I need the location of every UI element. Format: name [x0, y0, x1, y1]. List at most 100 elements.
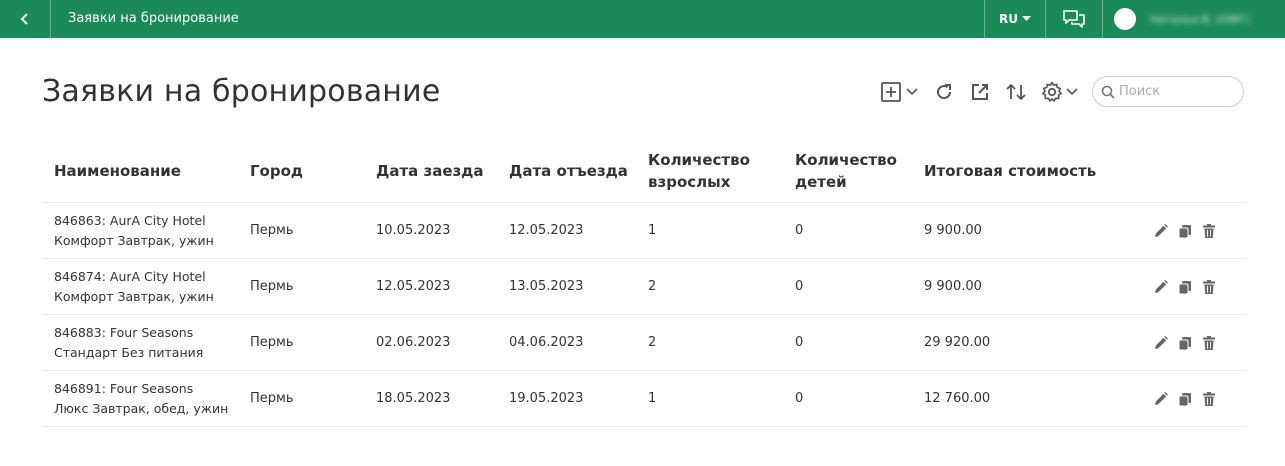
search-icon [1101, 85, 1115, 99]
cell-city: Пермь [250, 279, 294, 294]
gear-icon [1042, 81, 1062, 102]
copy-button[interactable] [1176, 278, 1194, 296]
cell-total: 9 900.00 [924, 279, 982, 294]
cell-checkout: 04.06.2023 [509, 335, 584, 350]
row-actions [1152, 203, 1218, 258]
cell-adults: 1 [648, 223, 657, 238]
cell-total: 9 900.00 [924, 223, 982, 238]
export-button[interactable] [970, 76, 990, 108]
cell-name: 846863: AurA City Hotel Комфорт Завтрак,… [54, 203, 214, 258]
header-title: Заявки на бронирование [68, 11, 239, 26]
edit-button[interactable] [1152, 222, 1170, 240]
table-row[interactable]: 846891: Four Seasons Люкс Завтрак, обед,… [42, 371, 1245, 427]
column-header-adults[interactable]: Количество взрослых [648, 140, 768, 202]
cell-adults: 2 [648, 279, 657, 294]
cell-checkout: 19.05.2023 [509, 391, 584, 406]
page-title: Заявки на бронирование [42, 74, 441, 109]
cell-adults: 1 [648, 391, 657, 406]
sort-button[interactable] [1005, 76, 1027, 108]
hotel-name: 846883: Four Seasons [54, 324, 194, 340]
column-header-checkout[interactable]: Дата отъезда [509, 140, 628, 202]
cell-checkin: 02.06.2023 [376, 335, 451, 350]
hotel-name: 846874: AurA City Hotel [54, 268, 206, 284]
edit-button[interactable] [1152, 278, 1170, 296]
column-header-total[interactable]: Итоговая стоимость [924, 140, 1096, 202]
cell-children: 0 [795, 223, 804, 238]
add-button[interactable] [880, 76, 918, 108]
back-button[interactable] [0, 0, 51, 38]
copy-button[interactable] [1176, 390, 1194, 408]
edit-button[interactable] [1152, 390, 1170, 408]
cell-city: Пермь [250, 335, 294, 350]
language-label: RU [999, 12, 1018, 26]
cell-children: 0 [795, 279, 804, 294]
sort-icon [1006, 83, 1026, 101]
refresh-button[interactable] [934, 76, 954, 108]
hotel-name: 846891: Four Seasons [54, 380, 194, 396]
delete-icon [1203, 279, 1215, 294]
refresh-icon [937, 84, 952, 100]
copy-button[interactable] [1176, 222, 1194, 240]
room-type: Комфорт Завтрак, ужин [54, 232, 214, 248]
table-row[interactable]: 846874: AurA City Hotel Комфорт Завтрак,… [42, 259, 1245, 315]
edit-icon [1155, 335, 1168, 349]
export-icon [972, 84, 988, 100]
add-icon [881, 82, 901, 102]
column-header-checkin[interactable]: Дата заезда [376, 140, 483, 202]
delete-button[interactable] [1200, 390, 1218, 408]
copy-button[interactable] [1176, 334, 1194, 352]
cell-checkin: 18.05.2023 [376, 391, 451, 406]
edit-button[interactable] [1152, 334, 1170, 352]
chat-icon [1063, 10, 1085, 28]
cell-city: Пермь [250, 223, 294, 238]
edit-icon [1155, 279, 1168, 293]
row-actions [1152, 259, 1218, 314]
copy-icon [1178, 336, 1191, 350]
cell-total: 12 760.00 [924, 391, 991, 406]
avatar [1114, 8, 1136, 30]
delete-icon [1203, 223, 1215, 238]
row-actions [1152, 315, 1218, 370]
room-type: Комфорт Завтрак, ужин [54, 288, 214, 304]
table-row[interactable]: 846883: Four Seasons Стандарт Без питани… [42, 315, 1245, 371]
cell-checkout: 13.05.2023 [509, 279, 584, 294]
settings-button[interactable] [1041, 76, 1078, 108]
language-selector[interactable]: RU [985, 0, 1045, 38]
column-header-children[interactable]: Количество детей [795, 140, 905, 202]
cell-children: 0 [795, 335, 804, 350]
top-bar: Заявки на бронирование RU Наталья В. (ОФ… [0, 0, 1285, 38]
search-input[interactable] [1117, 83, 1231, 100]
room-type: Стандарт Без питания [54, 344, 204, 360]
chevron-down-icon [1066, 88, 1078, 96]
hotel-name: 846863: AurA City Hotel [54, 212, 206, 228]
chat-button[interactable] [1046, 0, 1102, 38]
delete-button[interactable] [1200, 334, 1218, 352]
user-menu[interactable]: Наталья В. (ОФГ) [1103, 0, 1285, 38]
delete-icon [1203, 335, 1215, 350]
column-header-name[interactable]: Наименование [54, 140, 181, 202]
room-type: Люкс Завтрак, обед, ужин [54, 400, 229, 416]
row-actions [1152, 371, 1218, 426]
bookings-table: Наименование Город Дата заезда Дата отъе… [42, 140, 1245, 427]
chevron-down-icon [906, 88, 918, 96]
copy-icon [1178, 224, 1191, 238]
copy-icon [1178, 280, 1191, 294]
cell-adults: 2 [648, 335, 657, 350]
delete-button[interactable] [1200, 278, 1218, 296]
table-row[interactable]: 846863: AurA City Hotel Комфорт Завтрак,… [42, 203, 1245, 259]
copy-icon [1178, 392, 1191, 406]
cell-name: 846891: Four Seasons Люкс Завтрак, обед,… [54, 371, 228, 426]
caret-down-icon [1021, 16, 1031, 21]
search-box[interactable] [1092, 76, 1244, 107]
edit-icon [1155, 391, 1168, 405]
cell-total: 29 920.00 [924, 335, 991, 350]
cell-name: 846874: AurA City Hotel Комфорт Завтрак,… [54, 259, 214, 314]
cell-checkout: 12.05.2023 [509, 223, 584, 238]
cell-city: Пермь [250, 391, 294, 406]
delete-button[interactable] [1200, 222, 1218, 240]
delete-icon [1203, 391, 1215, 406]
edit-icon [1155, 223, 1168, 237]
table-header: Наименование Город Дата заезда Дата отъе… [42, 140, 1245, 203]
cell-checkin: 12.05.2023 [376, 279, 451, 294]
column-header-city[interactable]: Город [250, 140, 303, 202]
